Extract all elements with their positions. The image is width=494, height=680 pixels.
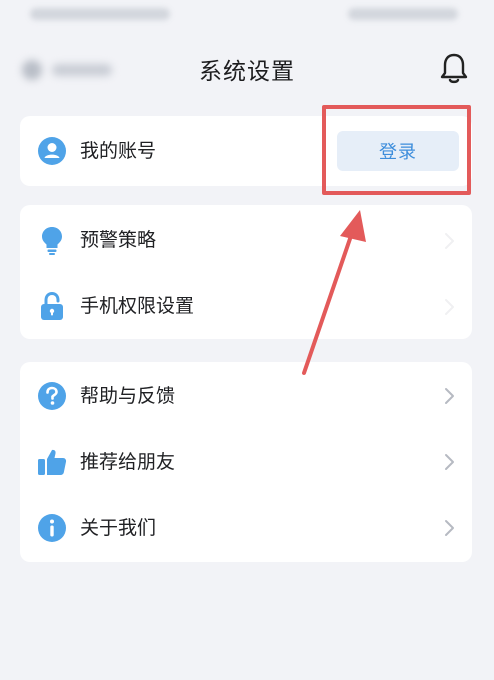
chevron-right-icon [445,520,454,536]
list-item-phone-permissions[interactable]: 手机权限设置 [20,273,472,339]
chevron-right-icon [445,299,454,315]
status-bar-indicators-blur [348,8,458,20]
list-item-label: 帮助与反馈 [80,385,176,407]
status-bar-carrier-blur [30,8,170,20]
list-item-label: 手机权限设置 [80,295,195,317]
annotation-highlight-box [322,105,471,195]
list-item-label: 推荐给朋友 [80,451,176,473]
thumbs-up-icon [38,449,67,475]
page-title: 系统设置 [199,59,295,85]
support-card: 帮助与反馈 推荐给朋友 关于我们 [20,362,472,562]
bulb-icon [42,227,62,255]
info-icon [38,514,66,542]
list-item-about-us[interactable]: 关于我们 [20,495,472,561]
list-item-recommend[interactable]: 推荐给朋友 [20,429,472,495]
chevron-right-icon [445,388,454,404]
chevron-right-icon [445,233,454,249]
status-bar [0,0,494,34]
header: 系统设置 [0,36,494,100]
list-item-label: 预警策略 [80,229,157,251]
list-item-label: 关于我们 [80,517,157,539]
account-label: 我的账号 [80,140,157,162]
help-icon [38,382,66,410]
bell-icon[interactable] [436,50,472,86]
list-item-help-feedback[interactable]: 帮助与反馈 [20,363,472,429]
list-item-alert-strategy[interactable]: 预警策略 [20,207,472,273]
settings-card: 预警策略 手机权限设置 [20,205,472,339]
user-icon [38,137,66,165]
chevron-right-icon [445,454,454,470]
annotation-arrow [302,210,366,375]
lock-icon [41,291,63,320]
